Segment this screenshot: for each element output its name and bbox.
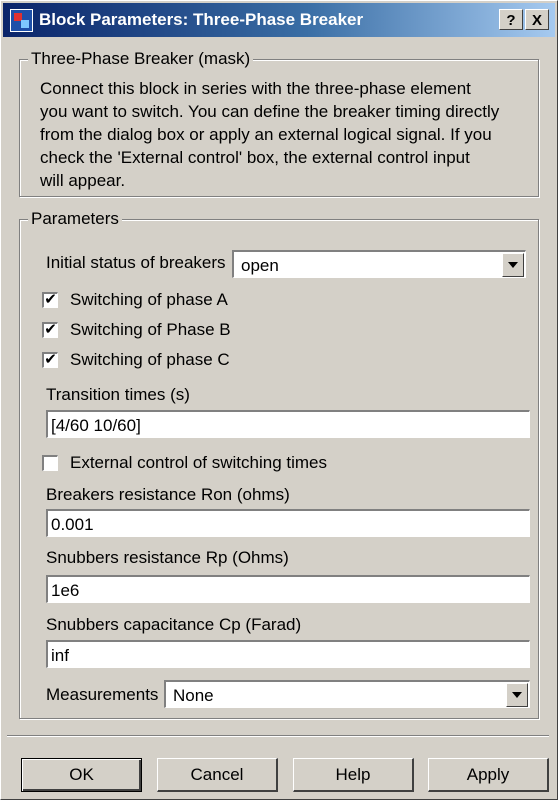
description-line: from the dialog box or apply an external…: [40, 125, 492, 144]
mask-description: Connect this block in series with the th…: [40, 77, 520, 192]
parameters-groupbox: Parameters Initial status of breakers op…: [19, 209, 539, 719]
phase-a-label: Switching of phase A: [70, 290, 228, 309]
description-line: you want to switch. You can define the b…: [40, 102, 500, 121]
cp-input[interactable]: inf: [46, 640, 530, 668]
phase-c-label: Switching of phase C: [70, 350, 230, 369]
close-icon[interactable]: X: [525, 9, 549, 30]
description-line: Connect this block in series with the th…: [40, 79, 471, 98]
description-line: check the 'External control' box, the ex…: [40, 148, 470, 167]
chevron-down-icon[interactable]: [502, 253, 524, 277]
description-line: will appear.: [40, 171, 126, 190]
chevron-down-icon[interactable]: [506, 683, 528, 707]
measurements-label: Measurements: [46, 685, 159, 704]
transition-times-label: Transition times (s): [46, 385, 190, 404]
ron-input[interactable]: 0.001: [46, 509, 530, 537]
help-button[interactable]: Help: [293, 758, 414, 792]
button-separator: [7, 735, 549, 737]
title-bar[interactable]: Block Parameters: Three-Phase Breaker ? …: [3, 3, 555, 37]
simulink-block-icon: [10, 9, 33, 32]
apply-button[interactable]: Apply: [428, 758, 549, 792]
cp-label: Snubbers capacitance Cp (Farad): [46, 615, 302, 634]
ok-button[interactable]: OK: [21, 758, 142, 792]
cancel-button[interactable]: Cancel: [157, 758, 278, 792]
initial-status-value: open: [241, 256, 279, 275]
transition-times-input[interactable]: [4/60 10/60]: [46, 410, 530, 438]
initial-status-label: Initial status of breakers: [46, 253, 226, 272]
mask-groupbox: Three-Phase Breaker (mask) Connect this …: [19, 49, 539, 197]
measurements-select[interactable]: None: [164, 680, 530, 708]
phase-b-label: Switching of Phase B: [70, 320, 231, 339]
dialog-title: Block Parameters: Three-Phase Breaker: [39, 10, 364, 29]
external-control-label: External control of switching times: [70, 453, 327, 472]
parameters-legend: Parameters: [28, 209, 122, 229]
measurements-value: None: [173, 686, 214, 705]
rp-input[interactable]: 1e6: [46, 575, 530, 603]
mask-legend: Three-Phase Breaker (mask): [28, 49, 254, 69]
rp-label: Snubbers resistance Rp (Ohms): [46, 548, 289, 567]
help-question-icon[interactable]: ?: [499, 9, 523, 30]
phase-a-checkbox[interactable]: ✔: [42, 292, 58, 308]
phase-b-checkbox[interactable]: ✔: [42, 322, 58, 338]
dialog-window: Block Parameters: Three-Phase Breaker ? …: [0, 0, 558, 800]
phase-c-checkbox[interactable]: ✔: [42, 352, 58, 368]
ron-label: Breakers resistance Ron (ohms): [46, 485, 290, 504]
initial-status-select[interactable]: open: [232, 250, 526, 278]
external-control-checkbox[interactable]: [42, 455, 58, 471]
